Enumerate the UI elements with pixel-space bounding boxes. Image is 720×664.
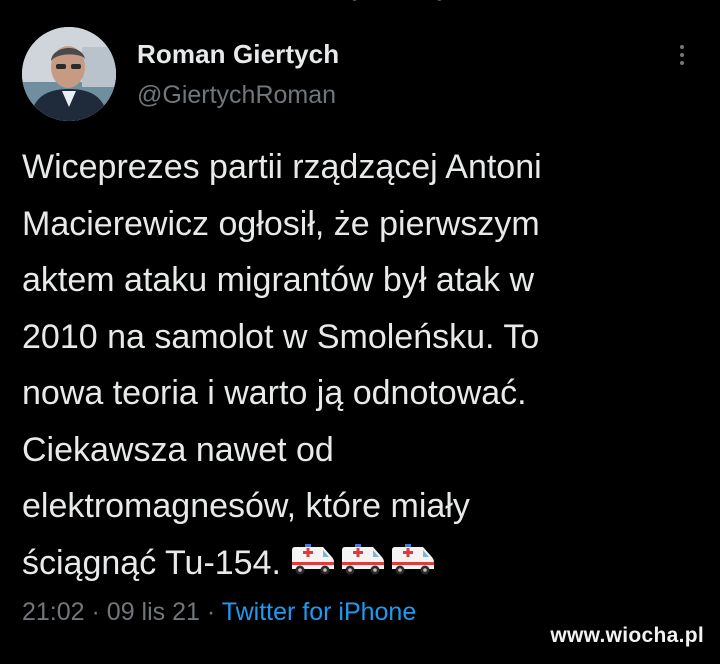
tweet-date[interactable]: 09 lis 21 <box>107 598 200 626</box>
ambulance-icon <box>341 543 384 574</box>
tweet-text-line: 2010 na samolot w Smoleńsku. To <box>22 317 540 356</box>
avatar[interactable] <box>22 27 116 121</box>
display-name[interactable]: Roman Giertych <box>137 38 339 70</box>
ambulance-icon <box>391 543 434 574</box>
meta-separator: · <box>206 598 216 626</box>
more-options-icon[interactable] <box>672 40 692 70</box>
tweet-text-line-last: ściągnąć Tu-154. <box>22 535 712 596</box>
tweet-source-link[interactable]: Twitter for iPhone <box>222 598 417 626</box>
tweet-text-line: nowa teoria i warto ją odnotować. <box>22 374 527 412</box>
tweet-text-line: elektromagnesów, które miały <box>22 487 470 525</box>
tweet-metadata: 21:02 · 09 lis 21 · Twitter for iPhone <box>22 596 416 628</box>
tweet-time[interactable]: 21:02 <box>22 598 85 626</box>
site-watermark: www.wiocha.pl <box>550 624 704 647</box>
tweet-author[interactable]: Roman Giertych @GiertychRoman <box>137 38 339 110</box>
emoji-group <box>289 539 439 596</box>
top-edge-dots <box>0 0 720 4</box>
tweet-text-line: Macierewicz ogłosił, że pierwszym <box>22 204 540 243</box>
tweet-text-line: Wiceprezes partii rządzącej Antoni <box>22 148 542 186</box>
tweet-text-line: aktem ataku migrantów był atak w <box>22 261 535 299</box>
tweet-text-line: Ciekawsza nawet od <box>22 430 334 469</box>
tweet-text-line: ściągnąć Tu-154. <box>22 543 281 582</box>
tweet-text: Wiceprezes partii rządzącej Antoni Macie… <box>22 139 712 595</box>
avatar-photo-icon <box>22 27 116 121</box>
ambulance-icon <box>291 543 334 574</box>
user-handle[interactable]: @GiertychRoman <box>137 80 339 110</box>
meta-separator: · <box>91 598 100 626</box>
